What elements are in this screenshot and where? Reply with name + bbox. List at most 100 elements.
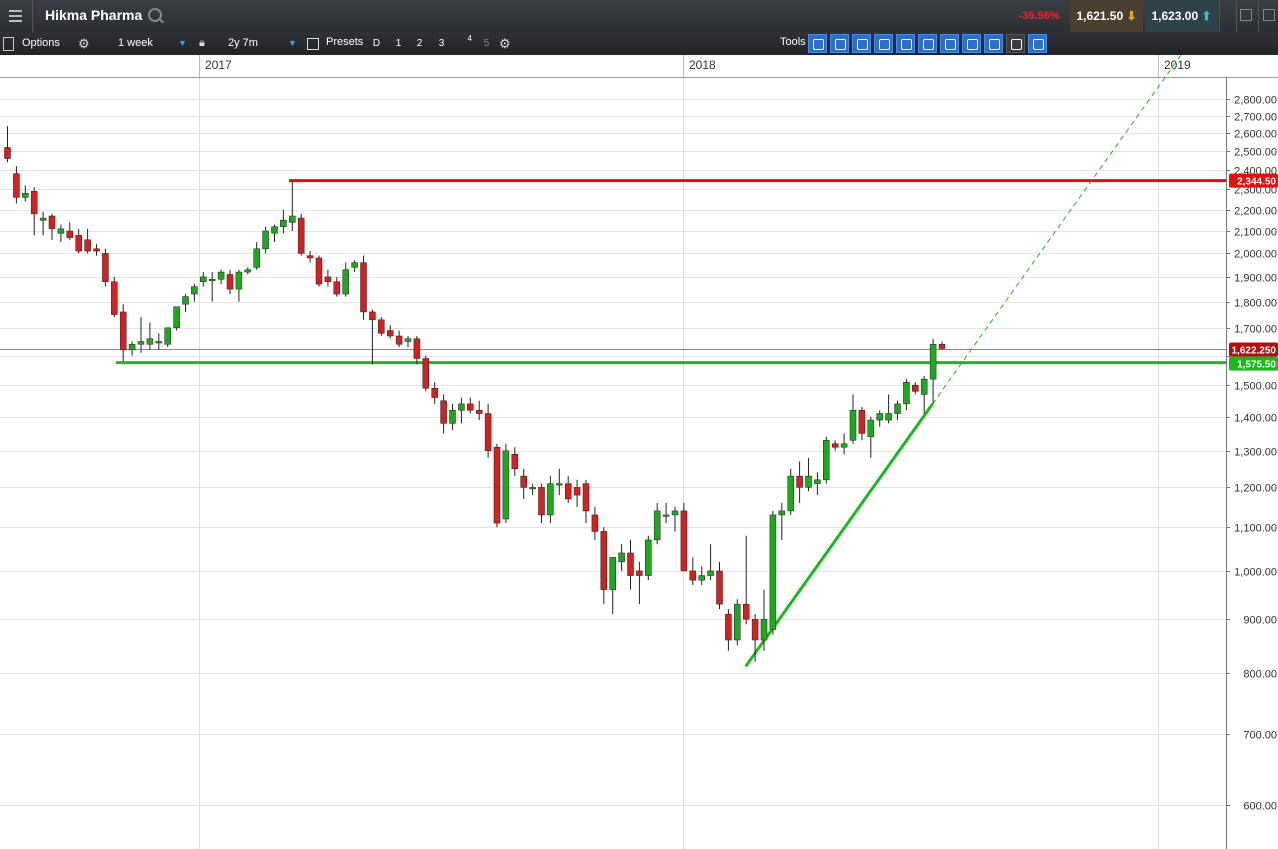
grid-tool-icon[interactable] [874, 34, 893, 53]
candle-body [422, 358, 430, 389]
search-icon[interactable] [148, 8, 162, 22]
candle-body [173, 306, 180, 329]
price-tick-label: 900.00 [1243, 615, 1277, 627]
current-price-label: 1,622.250 [1232, 346, 1277, 357]
candle-body [475, 410, 483, 414]
time-axis-label: 2019 [1164, 58, 1191, 72]
price-tick-label: 1,000.00 [1234, 567, 1277, 579]
detach-window-icon[interactable] [1236, 0, 1255, 32]
candle-body [271, 226, 278, 234]
sidebar-toggle-icon[interactable] [3, 32, 15, 55]
settings-tool-icon[interactable] [1028, 34, 1047, 53]
candle-body [662, 514, 670, 517]
preset-button-5[interactable]: 5 [477, 34, 496, 53]
candle-body [484, 413, 492, 451]
candle-type-tool-icon[interactable] [918, 34, 937, 53]
candle-body [787, 475, 794, 512]
chart-toolbar: Options ⚙ 1 week ▼ 🔒︎ 2y 7m ▼ Presets D … [0, 32, 1278, 55]
calendar-icon[interactable] [307, 32, 319, 55]
interval-dropdown-chevron-icon[interactable]: ▼ [178, 32, 187, 55]
header-bar: Hikma Pharma -36.56% 1,621.50 ⬇ 1,623.00… [0, 0, 1278, 32]
price-tick-label: 2,500.00 [1234, 147, 1277, 159]
candle-body [449, 410, 456, 424]
candle-body [725, 613, 732, 641]
preset-button-3[interactable]: 3 [432, 34, 451, 53]
preset-button-2[interactable]: 2 [410, 34, 429, 53]
candle-body [431, 387, 438, 398]
price-chart[interactable]: 2017 2018 2019 600.00 700.00 800.00 900.00 1,0… [0, 55, 1278, 849]
candle-body [814, 479, 821, 484]
compare-tool-icon[interactable] [940, 34, 959, 53]
candle-body [84, 239, 91, 252]
candle-body [119, 311, 127, 351]
candle-body [876, 413, 883, 421]
candle-body [102, 253, 109, 282]
lock-icon[interactable]: 🔒︎ [199, 32, 205, 55]
candle-body [885, 413, 892, 421]
candle-body [645, 539, 652, 576]
instrument-title[interactable]: Hikma Pharma [45, 7, 142, 23]
candle-body [386, 330, 394, 337]
candle-body [538, 487, 545, 516]
candle-body [315, 257, 323, 285]
candle-body [155, 341, 163, 344]
candle-body [938, 344, 946, 349]
hamburger-menu-icon[interactable] [0, 0, 33, 32]
time-axis-label: 2017 [205, 58, 232, 72]
sell-arrow-icon: ⬇ [1126, 9, 1137, 23]
candle-body [520, 475, 527, 488]
draw-line-tool-icon[interactable] [896, 34, 915, 53]
back-arrow-tool-icon[interactable] [808, 34, 827, 53]
candle-body [840, 443, 848, 448]
curve-tool-icon[interactable] [830, 34, 849, 53]
candle-body [707, 570, 714, 576]
sell-price-button[interactable]: 1,621.50 ⬇ [1070, 0, 1143, 32]
candle-body [413, 338, 421, 359]
candle-body [823, 440, 830, 481]
preset-button-4[interactable]: 4 [453, 34, 472, 53]
candle-body [903, 381, 910, 405]
interval-select[interactable]: 1 week [118, 32, 153, 55]
candle-body [556, 483, 563, 486]
candle-body [208, 279, 216, 282]
candle-body [849, 410, 857, 441]
candle-body [191, 286, 198, 295]
candle-body [573, 487, 581, 496]
price-tick-label: 1,500.00 [1234, 381, 1277, 393]
presets-gear-icon[interactable]: ⚙ [499, 32, 511, 55]
candle-body [306, 255, 314, 259]
candle-body [226, 274, 234, 290]
preset-button-d[interactable]: D [367, 34, 386, 53]
options-button[interactable]: Options [22, 32, 60, 55]
price-tick-label: 1,200.00 [1234, 483, 1277, 495]
candle-body [769, 514, 777, 630]
price-tick-label: 2,800.00 [1234, 95, 1277, 107]
candle-body [48, 215, 56, 230]
candle-body [680, 510, 688, 572]
range-select[interactable]: 2y 7m [228, 32, 258, 55]
print-icon[interactable] [1006, 34, 1025, 53]
candle-body [912, 384, 919, 392]
candle-body [493, 446, 501, 524]
price-tick-label: 1,300.00 [1234, 447, 1277, 459]
price-tick-label: 800.00 [1243, 669, 1277, 681]
candle-body [742, 603, 750, 620]
indicators-tool-icon[interactable] [962, 34, 981, 53]
range-dropdown-chevron-icon[interactable]: ▼ [288, 32, 297, 55]
candle-body [653, 510, 661, 541]
price-tick-label: 2,000.00 [1234, 249, 1277, 261]
close-window-icon[interactable] [1258, 0, 1278, 32]
preset-button-1[interactable]: 1 [389, 34, 408, 53]
text-tool-icon[interactable] [852, 34, 871, 53]
candle-body [378, 319, 385, 334]
eraser-tool-icon[interactable] [984, 34, 1003, 53]
candle-body [760, 618, 768, 641]
candle-body [342, 269, 349, 295]
buy-price-button[interactable]: 1,623.00 ⬆ [1145, 0, 1218, 32]
candle-body [867, 419, 875, 438]
candle-body [582, 483, 590, 512]
candle-body [716, 570, 723, 605]
candle-body [404, 338, 412, 342]
candle-body [137, 341, 145, 345]
options-gear-icon[interactable]: ⚙ [78, 32, 90, 55]
